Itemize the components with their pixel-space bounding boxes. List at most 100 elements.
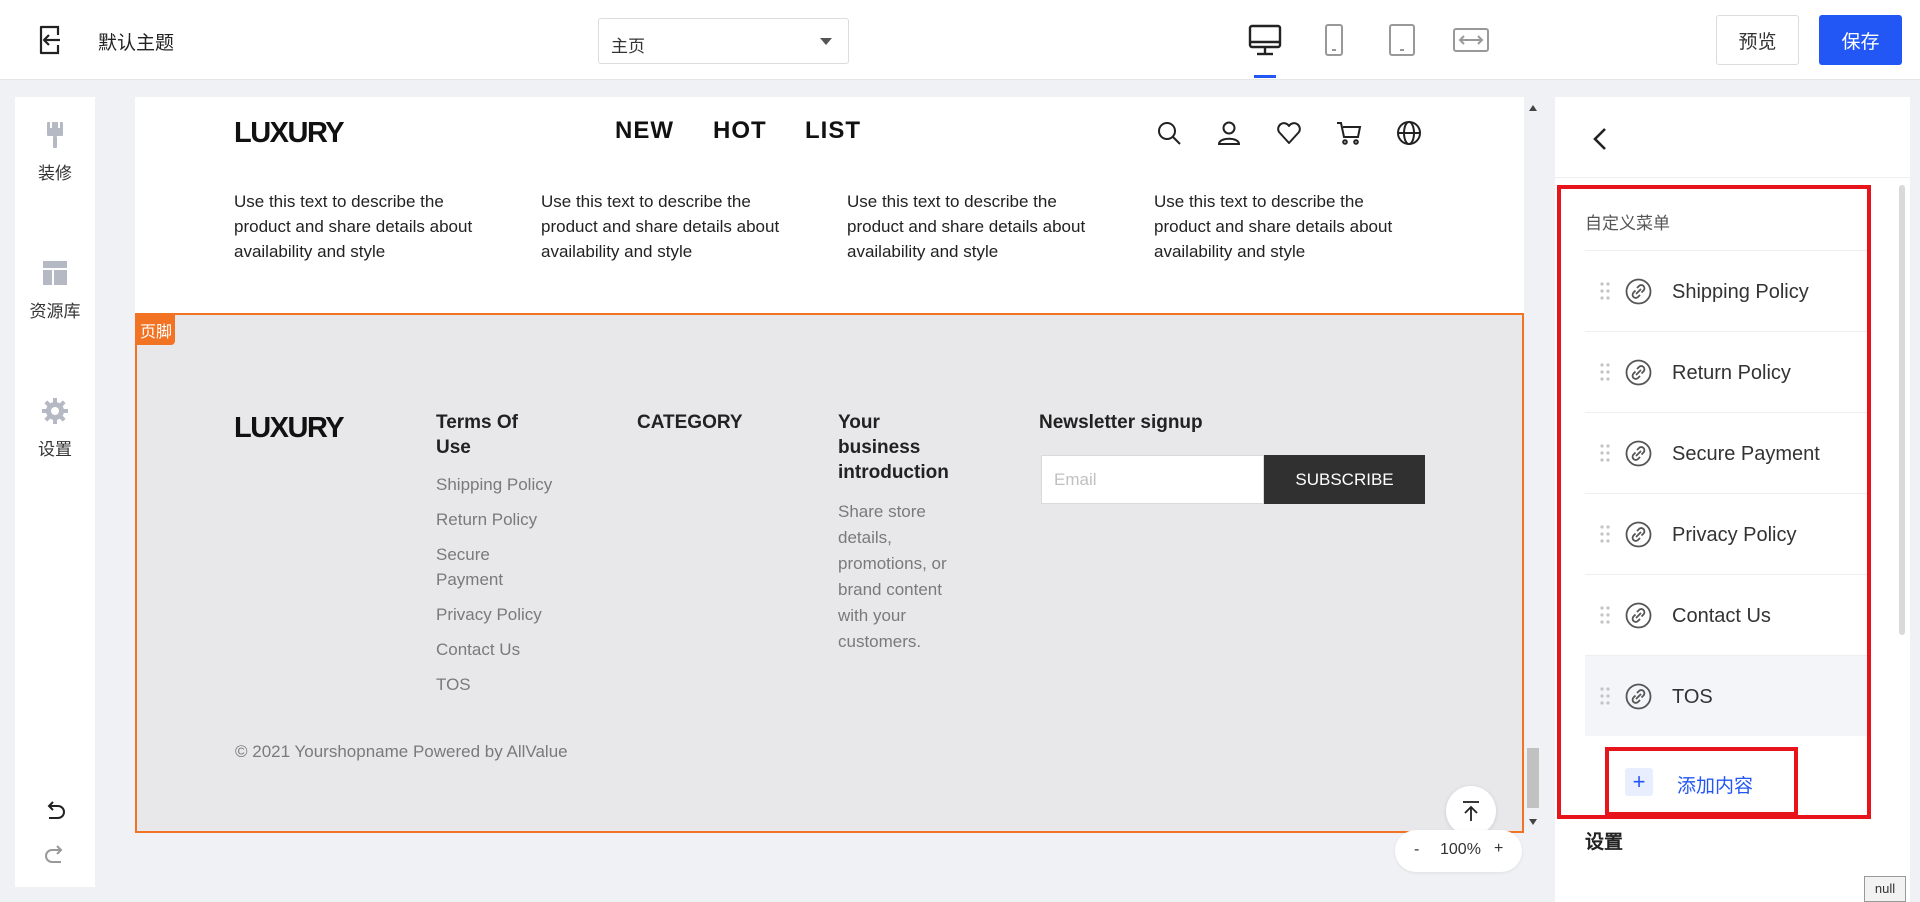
link-icon [1625,602,1652,629]
footer-logo: LUXURY [234,412,345,444]
preview-button[interactable]: 预览 [1716,15,1799,65]
desktop-icon[interactable] [1245,20,1285,60]
email-input[interactable] [1041,455,1264,504]
business-heading: introduction [838,462,949,483]
save-button[interactable]: 保存 [1819,15,1902,65]
menu-item[interactable]: Return Policy [1585,331,1870,412]
plus-icon: + [1625,768,1653,796]
footer-link-privacy[interactable]: Privacy Policy [436,602,542,627]
search-icon[interactable] [1155,119,1183,147]
sidebar-item-decorate[interactable]: 装修 [15,119,95,184]
globe-icon[interactable] [1395,119,1423,147]
add-content-button[interactable]: + 添加内容 [1625,762,1775,802]
zoom-level: 100% [1440,841,1481,858]
footer-link-return[interactable]: Return Policy [436,507,537,532]
business-text: customers. [838,632,922,651]
theme-name: 默认主题 [98,33,175,54]
sidebar-item-settings[interactable]: 设置 [15,395,95,460]
full-width-icon[interactable] [1451,20,1491,60]
store-logo[interactable]: LUXURY [234,117,345,150]
canvas-scrollbar[interactable] [1524,97,1542,833]
business-text: details, [838,528,892,547]
footer-link-contact[interactable]: Contact Us [436,637,520,662]
drag-handle-icon[interactable] [1599,524,1611,544]
undo-icon[interactable] [42,798,68,824]
menu-item[interactable]: Contact Us [1585,574,1870,655]
menu-item[interactable]: Shipping Policy [1585,250,1870,331]
exit-icon[interactable] [34,24,66,56]
terms-heading: Terms Of [436,412,519,433]
sidebar-item-library[interactable]: 资源库 [15,257,95,322]
menu-title: 自定义菜单 [1585,214,1670,233]
menu-item-label: Return Policy [1672,362,1791,384]
nav-new[interactable]: NEW [615,117,674,145]
nav-hot[interactable]: HOT [713,117,767,145]
back-icon[interactable] [1585,119,1615,159]
footer-link-shipping[interactable]: Shipping Policy [436,472,552,497]
drag-handle-icon[interactable] [1599,605,1611,625]
editor-canvas: LUXURY NEW HOT LIST Use this text to des… [135,97,1524,833]
product-description: Use this text to describe the product an… [847,192,1086,261]
copyright-text: © 2021 Yourshopname Powered by AllValue [235,742,568,761]
back-to-top-button[interactable] [1446,786,1496,833]
menu-item[interactable]: TOS [1585,655,1870,736]
menu-item[interactable]: Secure Payment [1585,412,1870,493]
nav-list[interactable]: LIST [805,117,861,145]
zoom-out-button[interactable]: - [1414,841,1419,859]
menu-item-label: Privacy Policy [1672,524,1797,546]
footer-tag: 页脚 [137,315,176,345]
brush-icon [47,122,63,148]
scroll-up-icon[interactable] [1529,105,1537,111]
business-text: Share store [838,502,926,521]
newsletter-heading: Newsletter signup [1039,412,1203,433]
product-description: Use this text to describe the product an… [234,192,473,261]
scroll-down-icon[interactable] [1529,819,1537,825]
drag-handle-icon[interactable] [1599,686,1611,706]
business-heading: business [838,437,921,458]
page-select[interactable]: 主页 [598,18,849,64]
business-heading: Your [838,412,880,433]
link-icon [1625,359,1652,386]
gear-icon [42,398,68,424]
zoom-control: - 100% + [1395,830,1522,872]
business-text: with your [838,606,907,625]
sidebar-item-label: 装修 [38,164,72,183]
drag-handle-icon[interactable] [1599,281,1611,301]
product-description: Use this text to describe the product an… [1154,192,1393,261]
left-sidebar: 装修 资源库 设置 [15,97,95,887]
cart-icon[interactable] [1335,119,1363,147]
drag-handle-icon[interactable] [1599,443,1611,463]
category-heading: CATEGORY [637,412,743,433]
chevron-down-icon [820,38,832,45]
footer-link-secure[interactable]: Secure [436,542,490,567]
business-text: promotions, or [838,554,947,573]
footer-link-tos[interactable]: TOS [436,672,471,697]
mobile-icon[interactable] [1314,20,1354,60]
add-content-label: 添加内容 [1677,776,1754,797]
user-icon[interactable] [1215,119,1243,147]
layout-icon [43,261,67,285]
menu-item-label: Secure Payment [1672,443,1820,465]
null-tag: null [1864,876,1906,902]
menu-item[interactable]: Privacy Policy [1585,493,1870,574]
store-header: LUXURY NEW HOT LIST [135,97,1524,167]
redo-icon[interactable] [42,842,68,868]
zoom-in-button[interactable]: + [1494,840,1503,858]
sidebar-item-label: 设置 [38,440,72,459]
tablet-icon[interactable] [1382,20,1422,60]
heart-icon[interactable] [1275,119,1303,147]
footer-link-payment[interactable]: Payment [436,567,503,592]
terms-heading: Use [436,437,471,458]
footer-section[interactable]: 页脚 LUXURY Terms Of Use Shipping Policy R… [135,313,1524,833]
link-icon [1625,440,1652,467]
scroll-thumb[interactable] [1527,748,1539,808]
panel-divider [1555,177,1910,178]
active-device-indicator [1254,75,1276,78]
drag-handle-icon[interactable] [1599,362,1611,382]
panel-scrollbar[interactable] [1899,185,1905,635]
product-description: Use this text to describe the product an… [541,192,780,261]
subscribe-button[interactable]: SUBSCRIBE [1264,455,1425,504]
top-bar: 默认主题 主页 预览 保存 [0,0,1920,80]
arrow-up-icon [1463,801,1479,821]
menu-item-label: Contact Us [1672,605,1771,627]
